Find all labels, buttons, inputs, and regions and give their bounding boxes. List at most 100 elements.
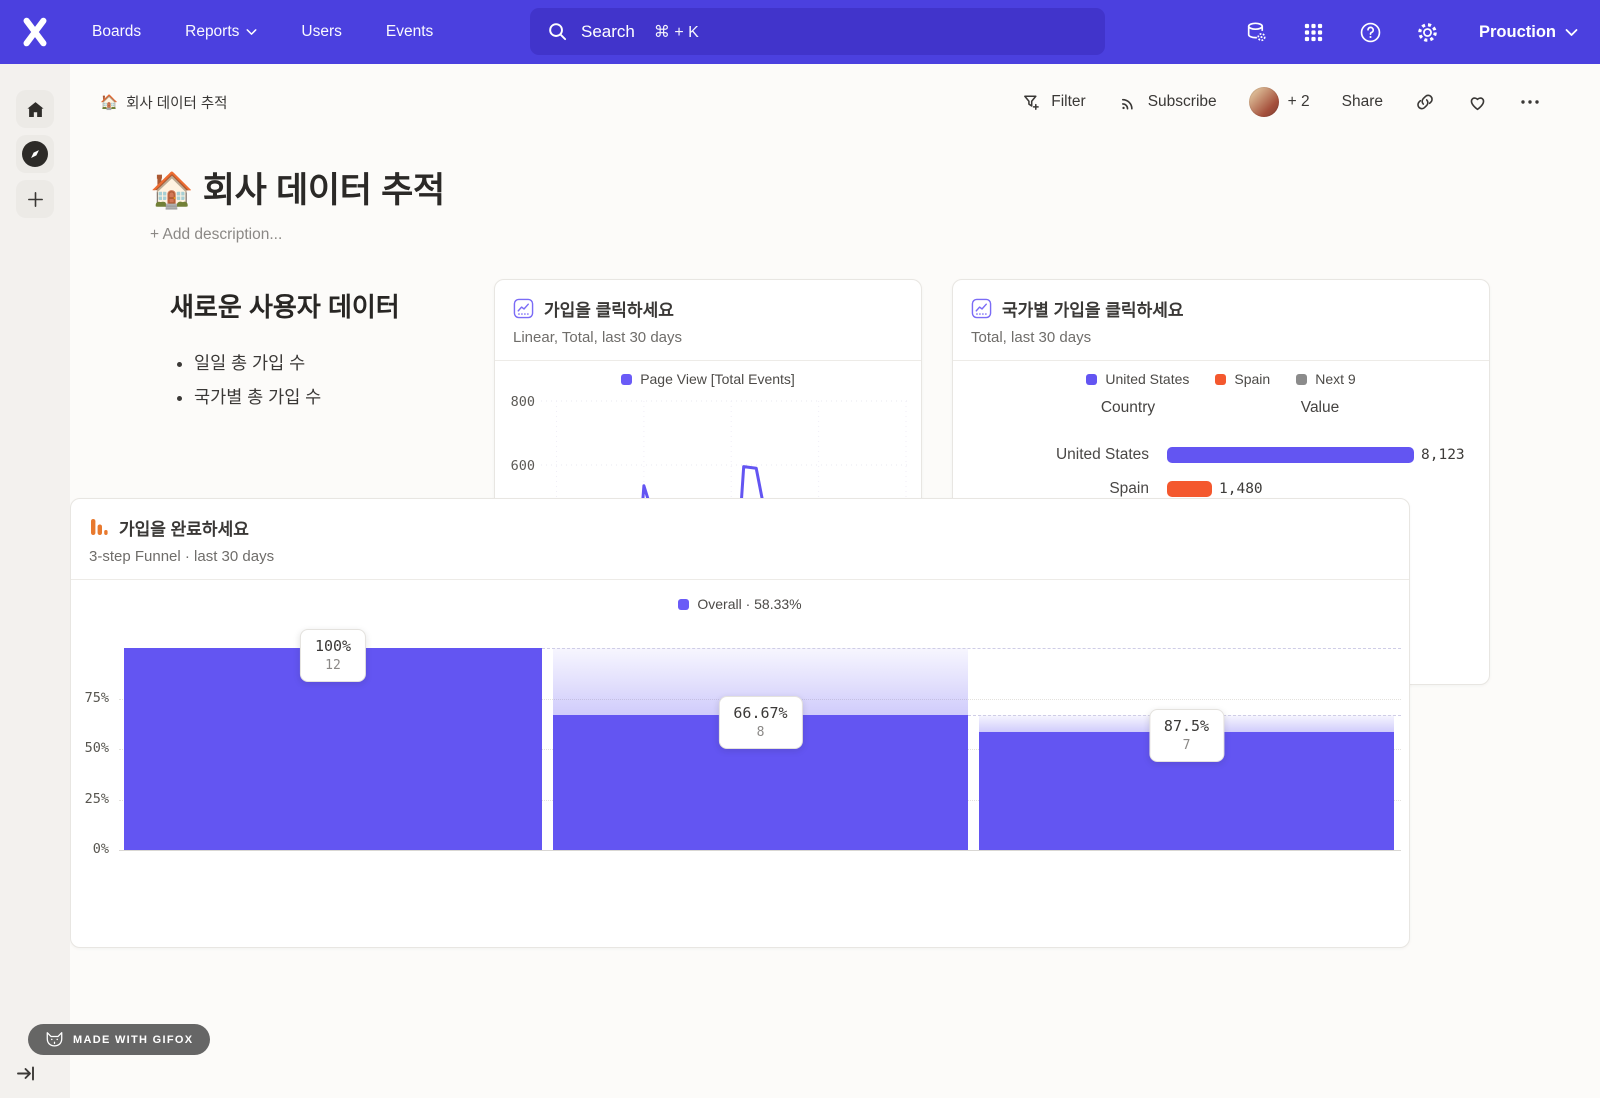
value-bar[interactable]	[1167, 447, 1414, 463]
nav-item-users[interactable]: Users	[301, 23, 341, 41]
funnel-plot[interactable]: 0%25%50%75%100%1266.67%887.5%7	[71, 627, 1409, 927]
main-content: 🏠 회사 데이터 추적 Filter Subscribe	[70, 64, 1600, 1098]
filter-icon	[1021, 92, 1042, 113]
legend-swatch	[678, 599, 689, 610]
title-block: 🏠 회사 데이터 추적 + Add description...	[150, 162, 445, 244]
y-axis-label: 50%	[71, 740, 109, 756]
more-options-button[interactable]	[1520, 99, 1540, 105]
y-axis-label: 0%	[71, 841, 109, 857]
subscribe-button[interactable]: Subscribe	[1118, 92, 1217, 113]
copy-link-button[interactable]	[1415, 92, 1435, 112]
filter-button[interactable]: Filter	[1021, 92, 1085, 113]
toolbar-actions: Filter Subscribe + 2 Share	[1021, 87, 1540, 117]
legend-label: United States	[1105, 371, 1189, 387]
data-management-icon	[1244, 20, 1269, 45]
collaborators[interactable]: + 2	[1249, 87, 1310, 117]
funnel-chart-card: 가입을 완료하세요 3-step Funnel · last 30 days O…	[70, 498, 1410, 948]
legend-swatch	[1296, 374, 1307, 385]
data-management-button[interactable]	[1243, 19, 1269, 45]
help-button[interactable]	[1357, 19, 1383, 45]
legend-item[interactable]: Next 9	[1296, 371, 1355, 387]
nav-item-label: Boards	[92, 23, 141, 41]
legend-item[interactable]: Page View [Total Events]	[621, 371, 795, 387]
line-card-subtitle: Linear, Total, last 30 days	[513, 329, 903, 360]
line-card-title[interactable]: 가입을 클릭하세요	[513, 296, 903, 320]
insights-icon	[513, 298, 534, 319]
collaborators-extra-count: + 2	[1288, 93, 1310, 111]
subscribe-label: Subscribe	[1148, 93, 1217, 111]
mixpanel-logo-icon	[20, 17, 50, 47]
legend-item[interactable]: United States	[1086, 371, 1189, 387]
home-button[interactable]	[16, 90, 54, 128]
breadcrumb[interactable]: 🏠 회사 데이터 추적	[100, 92, 228, 113]
y-axis-label: 75%	[71, 690, 109, 706]
nav-item-label: Users	[301, 23, 341, 41]
nav-item-reports[interactable]: Reports	[185, 23, 257, 41]
project-switcher[interactable]: Prouction	[1479, 23, 1578, 42]
conversion-percent: 66.67%	[733, 704, 787, 722]
bar-chart-legend: United States Spain Next 9	[953, 369, 1489, 389]
divider	[953, 360, 1489, 361]
line-chart-legend: Page View [Total Events]	[495, 369, 921, 389]
bar-value: 1,480	[1219, 481, 1263, 497]
home-icon	[25, 99, 46, 120]
text-tile[interactable]: 새로운 사용자 데이터 일일 총 가입 수국가별 총 가입 수	[170, 287, 480, 418]
conversion-label: 100%12	[300, 629, 366, 682]
bar-row[interactable]: United States8,123	[953, 438, 1489, 472]
divider	[71, 579, 1409, 580]
page-title-text: 회사 데이터 추적	[203, 171, 445, 210]
y-axis-label: 800	[511, 394, 535, 410]
breadcrumb-home-emoji: 🏠	[100, 94, 118, 111]
share-button[interactable]: Share	[1342, 93, 1383, 111]
expand-sidebar-button[interactable]	[16, 1065, 36, 1082]
discover-button[interactable]	[16, 135, 54, 173]
funnel-legend: Overall · 58.33%	[71, 594, 1409, 614]
search-placeholder: Search	[581, 22, 635, 42]
legend-label: Page View [Total Events]	[640, 371, 795, 387]
y-axis-label: 25%	[71, 791, 109, 807]
previous-step-reference-line	[542, 648, 1401, 649]
nav-item-events[interactable]: Events	[386, 23, 433, 41]
legend-swatch	[621, 374, 632, 385]
favorite-button[interactable]	[1467, 92, 1488, 113]
mixpanel-logo[interactable]	[18, 15, 52, 49]
heart-icon	[1467, 92, 1488, 113]
legend-label: Next 9	[1315, 371, 1355, 387]
project-name: Prouction	[1479, 23, 1556, 42]
legend-swatch	[1215, 374, 1226, 385]
settings-button[interactable]	[1414, 19, 1440, 45]
value-bar[interactable]	[1167, 481, 1212, 497]
bar-value: 8,123	[1421, 447, 1465, 463]
country-label: Spain	[953, 480, 1149, 498]
search-input[interactable]: Search ⌘ + K	[530, 8, 1105, 55]
x-axis-baseline	[119, 850, 1401, 851]
page-title-emoji: 🏠	[150, 171, 193, 210]
link-icon	[1415, 92, 1435, 112]
legend-item[interactable]: Overall · 58.33%	[678, 596, 801, 612]
compass-icon	[22, 141, 48, 167]
search-shortcut: ⌘ + K	[654, 22, 699, 42]
nav-right-group: Prouction	[1243, 0, 1578, 64]
bar-card-title[interactable]: 국가별 가입을 클릭하세요	[971, 296, 1471, 320]
add-description-button[interactable]: + Add description...	[150, 226, 445, 244]
nav-item-boards[interactable]: Boards	[92, 23, 141, 41]
funnel-card-subtitle: 3-step Funnel · last 30 days	[89, 548, 1391, 579]
legend-swatch	[1086, 374, 1097, 385]
fox-icon	[45, 1031, 64, 1048]
nav-item-label: Events	[386, 23, 433, 41]
apps-grid-button[interactable]	[1300, 19, 1326, 45]
page-title[interactable]: 🏠 회사 데이터 추적	[150, 162, 445, 213]
conversion-percent: 87.5%	[1164, 717, 1209, 735]
bar-card-subtitle: Total, last 30 days	[971, 329, 1471, 360]
funnel-card-title[interactable]: 가입을 완료하세요	[89, 515, 1391, 539]
filter-label: Filter	[1051, 93, 1085, 111]
legend-item[interactable]: Spain	[1215, 371, 1270, 387]
create-new-button[interactable]	[16, 180, 54, 218]
bar-table-headers: Country Value	[953, 399, 1489, 421]
text-tile-heading: 새로운 사용자 데이터	[170, 287, 480, 324]
left-rail	[0, 64, 70, 1098]
text-tile-bullet: 국가별 총 가입 수	[194, 384, 480, 409]
funnel-icon	[89, 517, 109, 537]
chevron-down-icon	[246, 28, 257, 36]
gifox-badge[interactable]: MADE WITH GIFOX	[28, 1024, 210, 1055]
